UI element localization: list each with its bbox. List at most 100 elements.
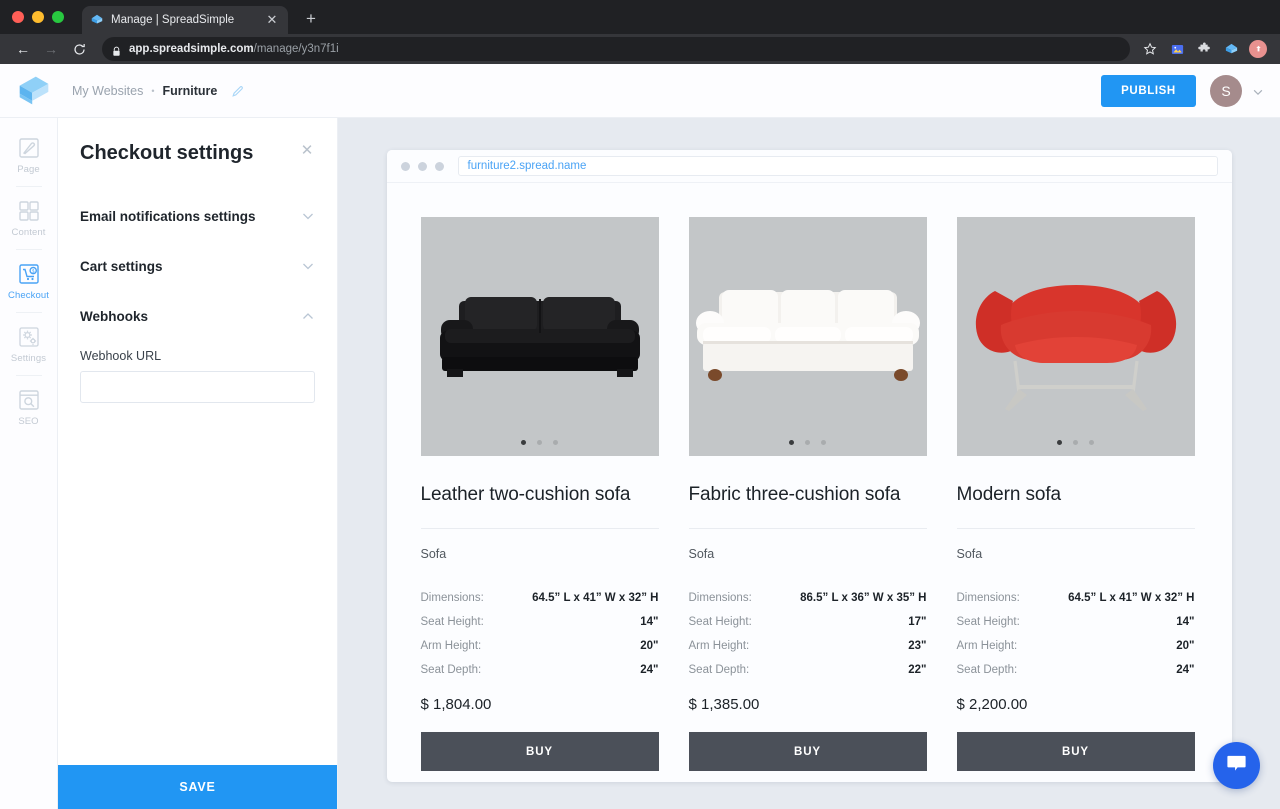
breadcrumb: My Websites • Furniture [72,84,245,98]
plus-icon[interactable]: + [298,6,324,32]
left-nav-rail: Page Content [0,118,58,809]
sidebar-item-page[interactable]: Page [0,126,57,184]
product-category-row: Sofa [689,528,927,563]
buy-button[interactable]: BUY [957,732,1195,771]
carousel-dot[interactable] [805,440,810,445]
buy-button[interactable]: BUY [689,732,927,771]
arrow-right-icon[interactable]: → [38,36,64,62]
product-card: Leather two-cushion sofa Sofa Dimensions… [421,217,659,771]
puzzle-extension-icon[interactable] [1192,37,1216,61]
carousel-dot[interactable] [553,440,558,445]
pencil-edit-icon[interactable] [231,84,245,98]
preview-url-bar[interactable]: furniture2.spread.name [458,156,1218,176]
spreadsimple-logo-icon [90,13,104,27]
profile-avatar-icon[interactable] [1246,37,1270,61]
site-preview-area: furniture2.spread.name [338,118,1280,809]
buy-button[interactable]: BUY [421,732,659,771]
spec-value: 20" [640,640,658,652]
close-icon[interactable]: ✕ [264,12,280,28]
webhook-url-input[interactable] [80,371,315,403]
carousel-dot[interactable] [521,440,526,445]
product-grid: Leather two-cushion sofa Sofa Dimensions… [387,183,1232,771]
spreadsimple-logo-icon[interactable] [14,74,54,108]
product-name: Modern sofa [957,484,1195,506]
image-carousel-dots[interactable] [689,440,927,445]
breadcrumb-current: Furniture [162,84,217,98]
sidebar-item-checkout[interactable]: $ Checkout [0,252,57,310]
breadcrumb-separator: • [151,86,154,96]
arrow-left-icon[interactable]: ← [10,36,36,62]
section-webhooks[interactable]: Webhooks [80,291,315,341]
carousel-dot[interactable] [1089,440,1094,445]
spec-value: 64.5” L x 41” W x 32” H [532,592,658,604]
sidebar-item-settings[interactable]: Settings [0,315,57,373]
minimize-window-button[interactable] [32,11,44,23]
spec-key: Seat Depth: [689,664,750,676]
save-button[interactable]: SAVE [58,765,337,809]
window-traffic-lights [12,0,74,34]
avatar[interactable]: S [1210,75,1242,107]
browser-window: Manage | SpreadSimple ✕ + ← → app.spread… [0,0,1280,809]
toolbar-icons [1138,37,1270,61]
address-bar[interactable]: app.spreadsimple.com/manage/y3n7f1i [102,37,1130,61]
sidebar-item-label: SEO [18,416,38,427]
section-title: Cart settings [80,259,301,274]
section-title: Email notifications settings [80,209,301,224]
chevron-up-icon [301,309,315,323]
web-page-content: My Websites • Furniture PUBLISH S [0,64,1280,809]
chat-widget-button[interactable] [1213,742,1260,789]
publish-button[interactable]: PUBLISH [1101,75,1196,107]
product-specs: Dimensions: 64.5” L x 41” W x 32” H Seat… [957,592,1195,676]
spec-value: 17" [908,616,926,628]
url-host: app.spreadsimple.com [129,43,254,55]
spreadsimple-extension-icon[interactable] [1219,37,1243,61]
carousel-dot[interactable] [821,440,826,445]
browser-tab[interactable]: Manage | SpreadSimple ✕ [82,6,288,34]
sidebar-item-label: Checkout [8,290,49,301]
address-bar-url: app.spreadsimple.com/manage/y3n7f1i [129,43,339,55]
product-category: Sofa [957,547,983,561]
sidebar-item-content[interactable]: Content [0,189,57,247]
breadcrumb-my-websites[interactable]: My Websites [72,84,143,98]
rail-divider [16,312,42,313]
carousel-dot[interactable] [789,440,794,445]
product-specs: Dimensions: 86.5” L x 36” W x 35” H Seat… [689,592,927,676]
sidebar-item-seo[interactable]: SEO [0,378,57,436]
close-window-button[interactable] [12,11,24,23]
spec-key: Dimensions: [957,592,1020,604]
maximize-window-button[interactable] [52,11,64,23]
product-category: Sofa [689,547,715,561]
product-specs: Dimensions: 64.5” L x 41” W x 32” H Seat… [421,592,659,676]
preview-dot [435,162,444,171]
image-carousel-dots[interactable] [957,440,1195,445]
product-image-red-modern-sofa[interactable] [957,217,1195,456]
spec-row: Dimensions: 86.5” L x 36” W x 35” H [689,592,927,604]
star-icon[interactable] [1138,37,1162,61]
product-image-black-leather-sofa[interactable] [421,217,659,456]
carousel-dot[interactable] [1057,440,1062,445]
carousel-dot[interactable] [537,440,542,445]
product-name: Fabric three-cushion sofa [689,484,927,506]
content-grid-icon [16,198,42,224]
spec-value: 14" [1176,616,1194,628]
spec-value: 86.5” L x 36” W x 35” H [800,592,926,604]
spec-row: Arm Height: 20" [957,640,1195,652]
sidebar-item-label: Settings [11,353,46,364]
spec-row: Seat Depth: 24" [421,664,659,676]
spec-row: Seat Height: 14" [957,616,1195,628]
chevron-down-icon[interactable] [1252,85,1264,97]
image-carousel-dots[interactable] [421,440,659,445]
preview-dot [401,162,410,171]
carousel-dot[interactable] [1073,440,1078,445]
spec-key: Seat Height: [421,616,484,628]
section-email-notifications-settings[interactable]: Email notifications settings [80,191,315,241]
section-cart-settings[interactable]: Cart settings [80,241,315,291]
spec-key: Seat Depth: [957,664,1018,676]
panel-header: Checkout settings ✕ [80,142,315,165]
reload-icon[interactable] [66,36,92,62]
url-path: /manage/y3n7f1i [254,43,339,55]
spec-value: 23" [908,640,926,652]
image-extension-icon[interactable] [1165,37,1189,61]
close-icon[interactable]: ✕ [299,142,315,158]
product-image-white-fabric-sofa[interactable] [689,217,927,456]
